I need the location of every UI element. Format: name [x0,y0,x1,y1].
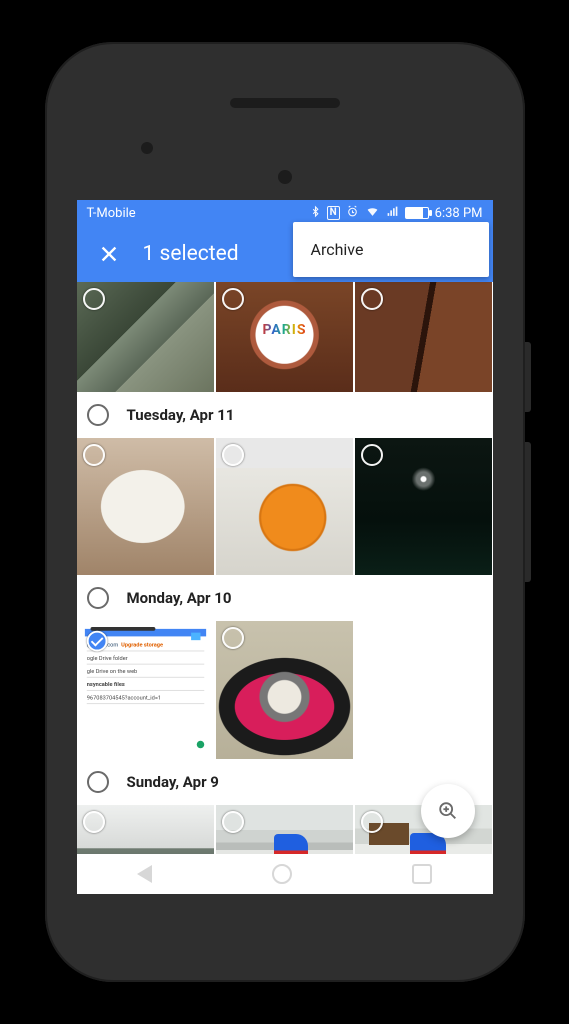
selection-indicator[interactable] [222,288,244,310]
selection-indicator[interactable] [83,811,105,833]
phone-frame: Archive T-Mobile N 6:38 PM [45,42,525,982]
date-label: Sunday, Apr 9 [127,773,219,791]
photo-thumbnail-wrap: @gmail.com Upgrade storage ogle Drive fo… [77,621,214,758]
photo-thumbnail[interactable] [355,282,492,392]
selection-count-title: 1 selected [143,242,239,266]
nav-home-icon[interactable] [272,864,292,884]
selection-indicator[interactable] [361,288,383,310]
wifi-icon [365,205,380,221]
carrier-label: T-Mobile [87,206,136,221]
photo-thumbnail[interactable] [77,438,214,575]
phone-power-button [525,342,531,412]
photo-list[interactable]: Tuesday, Apr 11 Monday, Apr 10 [77,282,493,854]
nav-recents-icon[interactable] [412,864,432,884]
selection-indicator[interactable] [83,288,105,310]
photo-thumbnail[interactable] [216,438,353,575]
date-header[interactable]: Monday, Apr 10 [77,575,493,621]
cellular-signal-icon [386,205,399,221]
alarm-icon [346,205,359,221]
android-nav-bar [77,854,493,894]
menu-item-archive[interactable]: Archive [293,228,489,271]
close-selection-button[interactable] [89,234,129,274]
photo-thumbnail[interactable] [355,438,492,575]
photo-thumbnail[interactable] [216,282,353,392]
phone-camera-dot [278,170,292,184]
photo-row [77,282,493,392]
date-label: Tuesday, Apr 11 [127,406,235,424]
selection-indicator[interactable] [222,811,244,833]
selection-indicator[interactable] [83,444,105,466]
photo-thumbnail[interactable] [216,621,353,758]
photo-thumbnail[interactable] [216,805,353,854]
select-day-ring[interactable] [87,404,109,426]
status-right: N 6:38 PM [310,205,483,221]
select-day-ring[interactable] [87,771,109,793]
battery-icon [405,207,429,219]
selection-indicator[interactable] [361,444,383,466]
photo-thumbnail[interactable] [77,282,214,392]
selection-indicator[interactable] [361,811,383,833]
nfc-icon: N [327,206,340,220]
photo-row: @gmail.com Upgrade storage ogle Drive fo… [77,621,493,758]
overflow-menu: Archive [293,222,489,277]
selection-indicator[interactable] [222,627,244,649]
phone-volume-button [525,442,531,582]
selection-indicator[interactable] [222,444,244,466]
photo-thumbnail[interactable]: @gmail.com Upgrade storage ogle Drive fo… [81,625,210,754]
bluetooth-icon [310,205,321,221]
nav-back-icon[interactable] [137,865,152,883]
photo-row [77,438,493,575]
empty-cell [355,621,492,758]
screen: Archive T-Mobile N 6:38 PM [77,200,493,894]
selection-indicator-checked[interactable] [86,631,107,652]
select-day-ring[interactable] [87,587,109,609]
zoom-fab[interactable] [421,784,475,838]
date-label: Monday, Apr 10 [127,589,232,607]
clock-label: 6:38 PM [435,206,483,221]
phone-sensor-dot [141,142,153,154]
date-header[interactable]: Tuesday, Apr 11 [77,392,493,438]
photo-thumbnail[interactable] [77,805,214,854]
